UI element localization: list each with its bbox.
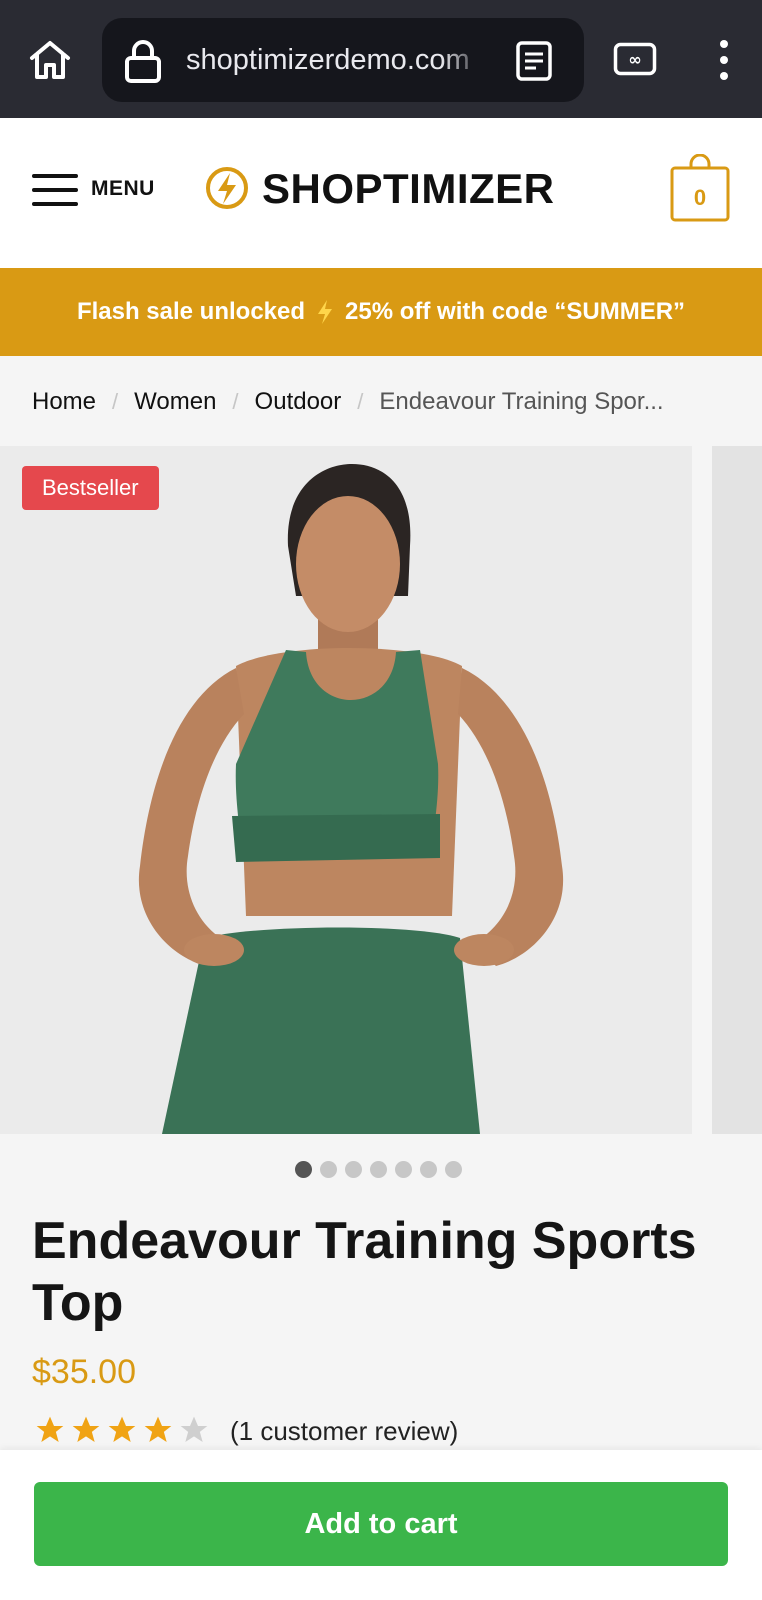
promo-text-left: Flash sale unlocked: [76, 298, 306, 325]
menu-icon[interactable]: [32, 174, 78, 206]
lightning-icon: [318, 300, 333, 324]
tab-switcher-icon[interactable]: ∞: [613, 42, 657, 76]
gallery-dot-1[interactable]: [295, 1161, 312, 1178]
promo-banner: Flash sale unlocked 25% off with code “S…: [0, 268, 762, 356]
bestseller-badge: Bestseller: [22, 466, 159, 510]
gallery-dot-3[interactable]: [345, 1161, 362, 1178]
site-logo[interactable]: SHOPTIMIZER: [262, 164, 555, 214]
breadcrumb-women[interactable]: Women: [134, 384, 216, 420]
gallery-pagination: [295, 1161, 462, 1179]
breadcrumb-current: Endeavour Training Spor...: [379, 388, 664, 415]
home-icon[interactable]: [26, 36, 74, 84]
browser-toolbar: shoptimizerdemo.com ∞: [0, 0, 762, 118]
product-price: $35.00: [32, 1353, 136, 1391]
breadcrumb: Home / Women / Outdoor / Endeavour Train…: [32, 384, 664, 420]
gallery-dot-4[interactable]: [370, 1161, 387, 1178]
site-header: MENU SHOPTIMIZER 0: [0, 118, 762, 268]
breadcrumb-separator: /: [357, 389, 364, 414]
star-filled-icon: [72, 1416, 100, 1442]
gallery-dot-6[interactable]: [420, 1161, 437, 1178]
star-empty-icon: [180, 1416, 208, 1442]
breadcrumb-home[interactable]: Home: [32, 384, 96, 420]
promo-text-right: 25% off with code “SUMMER”: [345, 298, 686, 325]
gallery-dot-2[interactable]: [320, 1161, 337, 1178]
star-filled-icon: [36, 1416, 64, 1442]
product-image[interactable]: [0, 446, 692, 1134]
reader-mode-icon[interactable]: [514, 40, 554, 82]
url-text[interactable]: shoptimizerdemo.com: [186, 40, 486, 80]
lightning-logo-icon: [206, 167, 248, 209]
star-rating: [34, 1414, 210, 1448]
customer-review-link[interactable]: (1 customer review): [230, 1414, 458, 1448]
breadcrumb-separator: /: [112, 389, 119, 414]
lock-icon: [125, 40, 161, 83]
more-options-icon[interactable]: [712, 38, 736, 82]
gallery-dot-5[interactable]: [395, 1161, 412, 1178]
sticky-add-to-cart-bar: Add to cart: [0, 1450, 762, 1600]
menu-label[interactable]: MENU: [91, 176, 155, 202]
product-photo-illustration: [138, 464, 564, 1134]
next-image-peek[interactable]: [712, 446, 762, 1134]
add-to-cart-button[interactable]: Add to cart: [34, 1482, 728, 1566]
address-bar[interactable]: shoptimizerdemo.com: [102, 18, 584, 102]
gallery-dot-7[interactable]: [445, 1161, 462, 1178]
breadcrumb-outdoor[interactable]: Outdoor: [255, 384, 342, 420]
star-filled-icon: [108, 1416, 136, 1442]
svg-text:∞: ∞: [628, 50, 641, 69]
breadcrumb-separator: /: [232, 389, 239, 414]
star-filled-icon: [144, 1416, 172, 1442]
cart-count[interactable]: 0: [672, 178, 728, 218]
product-title: Endeavour Training Sports Top: [32, 1212, 697, 1332]
